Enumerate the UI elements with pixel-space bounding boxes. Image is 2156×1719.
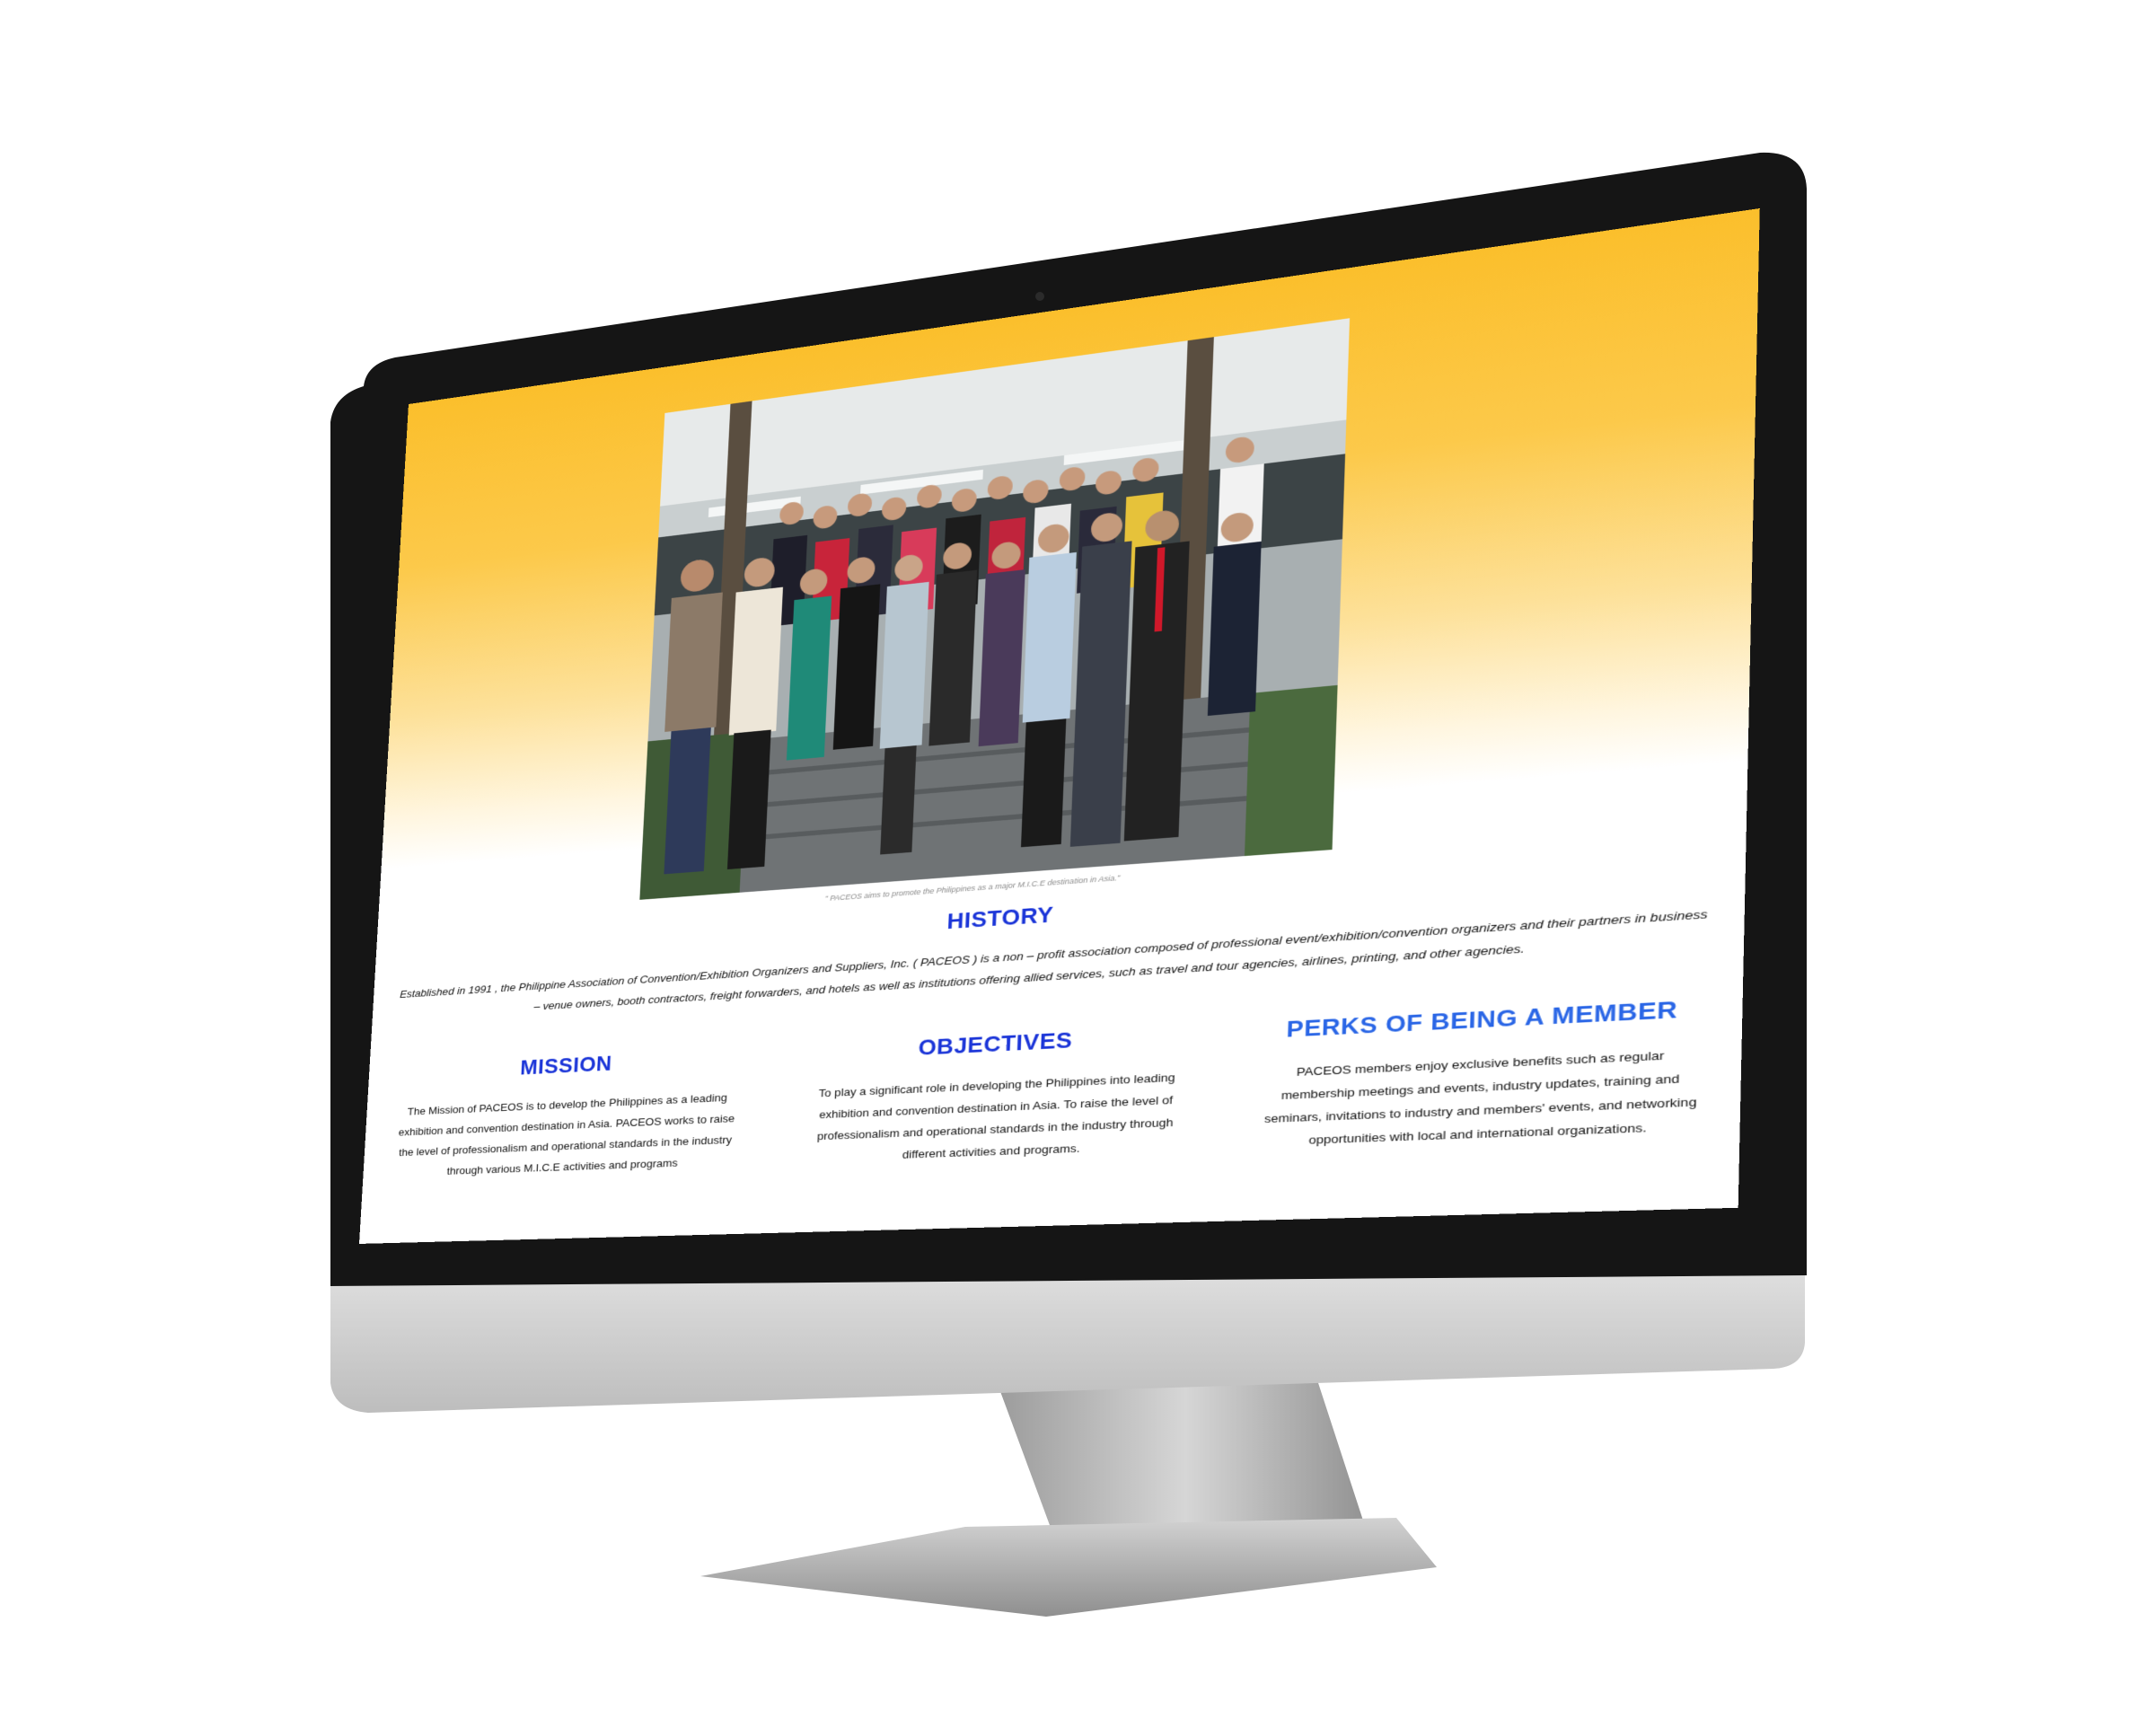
- desktop-monitor-mockup: " PACEOS aims to promote the Philippines…: [0, 0, 2156, 1719]
- history-heading: HISTORY: [946, 901, 1054, 934]
- objectives-text: To play a significant role in developing…: [816, 1071, 1176, 1161]
- group-photo: [639, 318, 1351, 900]
- camera-icon: [1035, 292, 1044, 301]
- perks-text: PACEOS members enjoy exclusive benefits …: [1263, 1048, 1697, 1147]
- mission-heading: MISSION: [519, 1051, 613, 1080]
- mission-text: The Mission of PACEOS is to develop the …: [398, 1091, 735, 1177]
- objectives-heading: OBJECTIVES: [918, 1027, 1073, 1061]
- monitor-base: [700, 1518, 1437, 1617]
- perks-heading: PERKS OF BEING A MEMBER: [1286, 995, 1678, 1043]
